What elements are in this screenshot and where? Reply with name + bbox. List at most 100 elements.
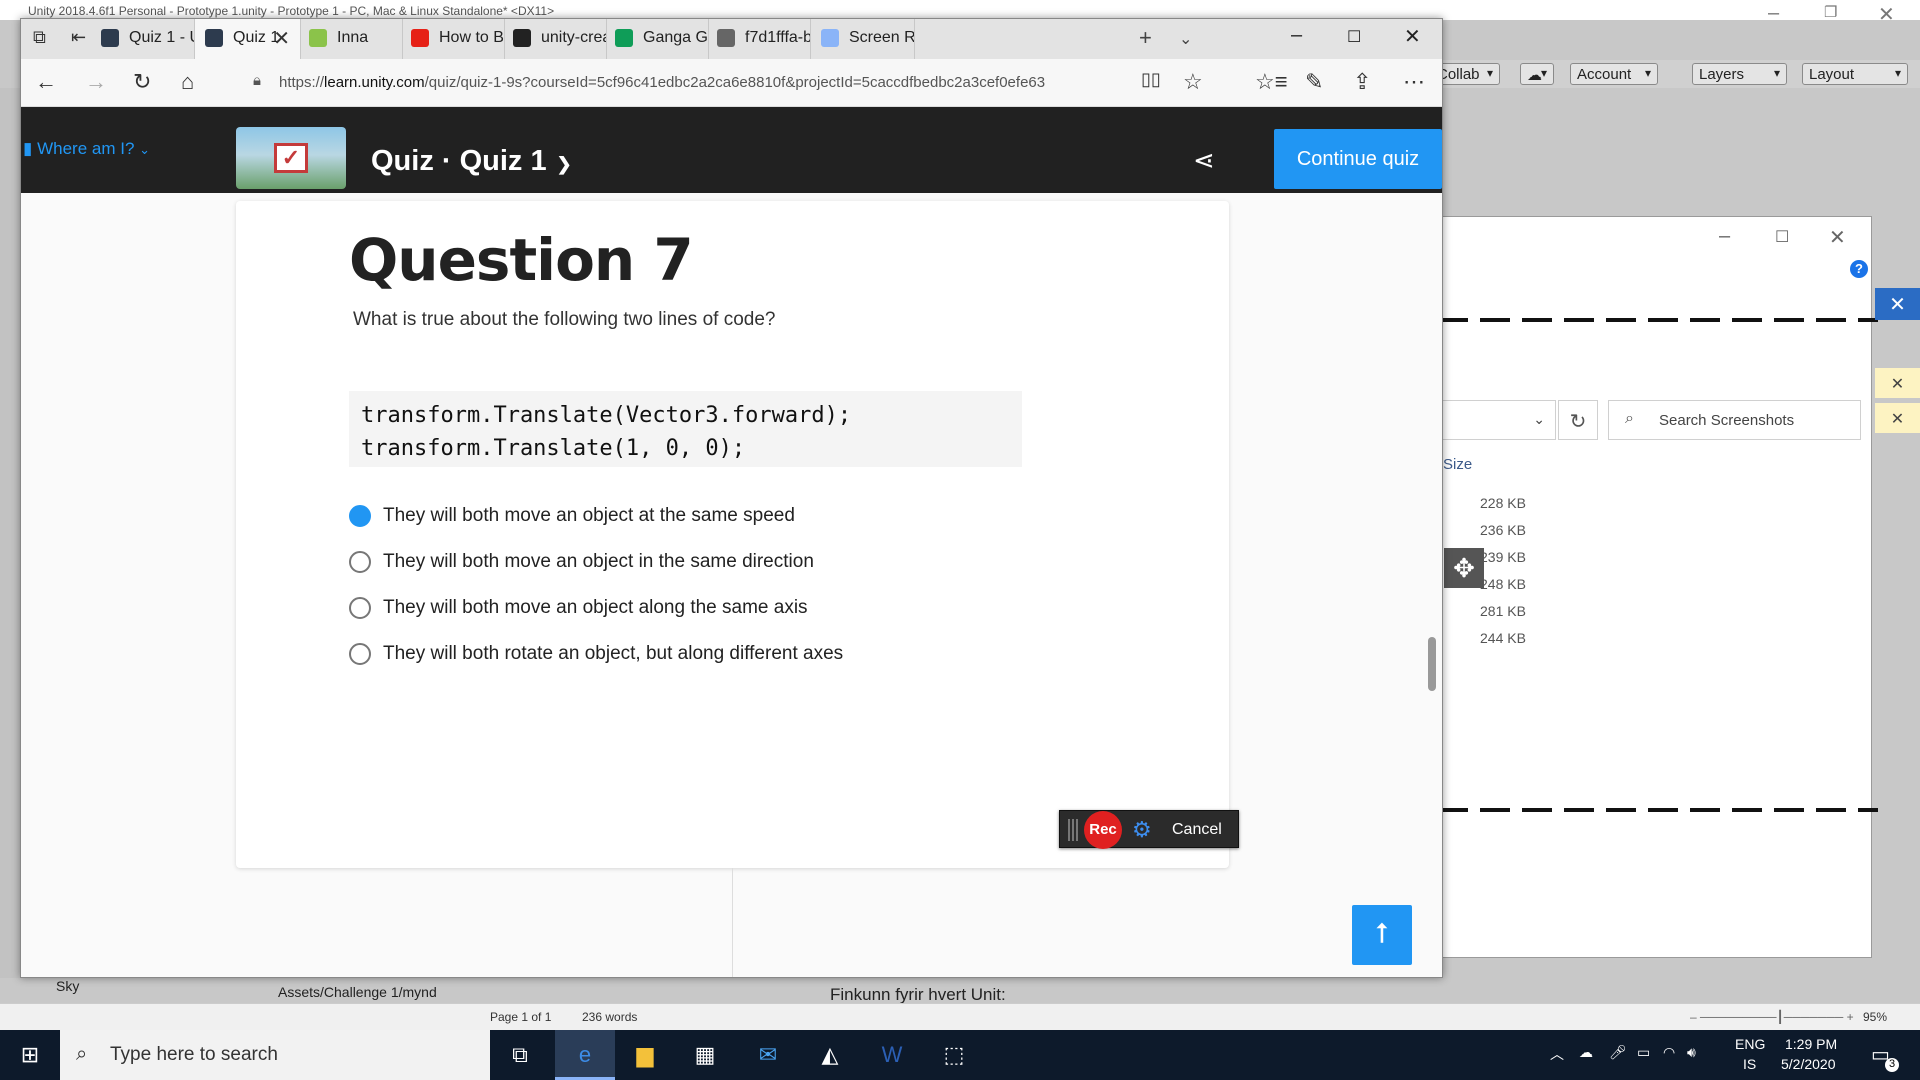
minimize-icon[interactable]: – [1291, 24, 1302, 47]
edge-icon[interactable]: e [555, 1030, 615, 1080]
scroll-to-top-button[interactable]: ⭡ [1352, 905, 1412, 965]
move-handle-icon[interactable]: ✥ [1444, 548, 1484, 588]
word-icon[interactable]: W [862, 1030, 922, 1080]
dismiss-icon[interactable]: ✕ [1875, 403, 1920, 433]
answer-option[interactable]: They will both move an object along the … [349, 597, 808, 619]
minimize-icon[interactable]: – [1768, 2, 1779, 25]
browser-tab[interactable]: Quiz 1 ✕ [195, 19, 301, 59]
answer-option[interactable]: They will both move an object at the sam… [349, 505, 795, 527]
map-icon: ▮ [23, 139, 33, 158]
share-icon[interactable]: ⋖ [1193, 145, 1215, 176]
reading-view-icon[interactable]: ▯▯ [1141, 69, 1161, 90]
keyboard-region[interactable]: IS [1743, 1056, 1756, 1072]
file-size: 244 KB [1480, 630, 1526, 646]
radio-icon[interactable] [349, 597, 371, 619]
mail-icon[interactable]: ✉ [738, 1030, 798, 1080]
close-panel-icon[interactable]: ✕ [1875, 288, 1920, 320]
microphone-icon[interactable]: 🎤︎ [1609, 1044, 1627, 1061]
browser-tab[interactable]: unity-creat [503, 19, 607, 59]
tab-label: How to BU [439, 29, 504, 46]
tab-manager-icon[interactable]: ⧉ [33, 27, 46, 48]
cancel-button[interactable]: Cancel [1172, 821, 1222, 839]
restore-icon[interactable]: ❐ [1824, 3, 1837, 21]
explorer-address-bar[interactable]: ⌄ [1438, 400, 1556, 440]
refresh-icon[interactable]: ↻ [133, 69, 151, 95]
cloud-icon[interactable]: ☁ [1520, 63, 1554, 85]
set-aside-tabs-icon[interactable]: ⇤ [71, 27, 86, 48]
quiz-title-menu[interactable]: Quiz · Quiz 1 ❯ [371, 145, 572, 178]
scrollbar-thumb[interactable] [1428, 637, 1436, 691]
forward-icon[interactable]: → [85, 69, 107, 95]
project-folder-sky[interactable]: Sky [56, 978, 79, 994]
taskbar-search-input[interactable]: ⌕ Type here to search [60, 1030, 490, 1080]
maximize-icon[interactable]: ☐ [1775, 227, 1789, 247]
back-icon[interactable]: ← [35, 69, 57, 95]
chevron-down-icon[interactable]: ⌄ [1179, 29, 1192, 49]
record-button[interactable]: Rec [1084, 811, 1122, 849]
tab-label: Inna [337, 29, 369, 46]
browser-tab[interactable]: Inna [299, 19, 403, 59]
where-am-i-menu[interactable]: ▮ Where am I? ⌄ [23, 139, 150, 159]
favorites-hub-icon[interactable]: ☆≡ [1255, 69, 1288, 95]
explorer-search-input[interactable]: ⌕ Search Screenshots [1608, 400, 1861, 440]
close-icon[interactable]: ✕ [1404, 24, 1421, 49]
favorite-star-icon[interactable]: ☆ [1183, 69, 1203, 95]
learn-header: ▮ Where am I? ⌄ ✓ Quiz · Quiz 1 ❯ ⋖ Conti… [21, 107, 1442, 193]
unity-icon[interactable]: ◭ [800, 1030, 860, 1080]
layout-dropdown[interactable]: Layout [1802, 63, 1908, 85]
share-page-icon[interactable]: ⇪ [1353, 69, 1371, 95]
clock-time[interactable]: 1:29 PM [1785, 1036, 1837, 1052]
selection-border-top [1438, 318, 1878, 322]
windows-start-icon[interactable]: ⊞ [0, 1030, 60, 1080]
close-tab-icon[interactable]: ✕ [273, 26, 290, 51]
browser-tab[interactable]: Ganga Gur [605, 19, 709, 59]
browser-tab[interactable]: Screen Rec [811, 19, 915, 59]
drag-handle-icon[interactable] [1068, 819, 1078, 841]
tab-label: Ganga Gur [643, 29, 708, 46]
radio-icon[interactable] [349, 551, 371, 573]
zoom-slider[interactable]: – ─────────┃─────── + [1690, 1010, 1854, 1024]
task-view-icon[interactable]: ⧉ [490, 1030, 550, 1080]
pen-icon[interactable]: ✎ [1305, 69, 1323, 95]
answer-option[interactable]: They will both move an object in the sam… [349, 551, 814, 573]
close-icon[interactable]: ✕ [1829, 225, 1846, 250]
battery-icon[interactable]: ▭ [1637, 1044, 1650, 1061]
size-column-header[interactable]: Size [1443, 456, 1472, 473]
gear-icon[interactable]: ⚙ [1132, 817, 1152, 843]
help-icon[interactable]: ? [1850, 260, 1868, 278]
answer-option[interactable]: They will both rotate an object, but alo… [349, 643, 843, 665]
layers-dropdown[interactable]: Layers [1692, 63, 1787, 85]
browser-tab[interactable]: How to BU [401, 19, 505, 59]
browser-tab[interactable]: f7d1fffa-bc [707, 19, 811, 59]
store-icon[interactable]: ▦ [675, 1030, 735, 1080]
refresh-icon[interactable]: ↻ [1558, 400, 1598, 440]
snipping-tool-icon[interactable]: ⬚ [924, 1030, 984, 1080]
home-icon[interactable]: ⌂ [181, 69, 194, 95]
onedrive-icon[interactable]: ☁ [1579, 1044, 1593, 1061]
continue-quiz-button[interactable]: Continue quiz [1274, 129, 1442, 189]
input-language[interactable]: ENG [1735, 1036, 1765, 1052]
unity-toolbar: Collab ☁ Account Layers Layout [1430, 60, 1920, 88]
unity-icon [205, 29, 223, 47]
project-breadcrumb[interactable]: Assets/Challenge 1/mynd [278, 984, 437, 1000]
url-input[interactable]: 🔒︎ https://learn.unity.com/quiz/quiz-1-9… [247, 67, 1167, 99]
maximize-icon[interactable]: ☐ [1347, 27, 1361, 47]
system-tray: ︿ ☁ 🎤︎ ▭ ◠ 🔊︎ ENG IS 1:29 PM 5/2/2020 ▭ … [1545, 1030, 1920, 1080]
file-explorer-icon[interactable]: ▆ [615, 1030, 675, 1080]
word-status-bar: Page 1 of 1 236 words – ─────────┃──────… [0, 1003, 1920, 1030]
new-tab-icon[interactable]: + [1139, 25, 1152, 51]
dismiss-icon[interactable]: ✕ [1875, 368, 1920, 398]
close-icon[interactable]: ✕ [1878, 2, 1895, 27]
clock-date[interactable]: 5/2/2020 [1781, 1056, 1836, 1072]
chevron-up-icon[interactable]: ︿ [1550, 1044, 1564, 1064]
radio-selected-icon[interactable] [349, 505, 371, 527]
minimize-icon[interactable]: – [1719, 225, 1730, 248]
radio-icon[interactable] [349, 643, 371, 665]
page-body: Question 7 What is true about the follow… [21, 193, 1442, 977]
wifi-icon[interactable]: ◠ [1663, 1044, 1675, 1061]
word-document-text: Finkunn fyrir hvert Unit: [830, 985, 1006, 1004]
account-dropdown[interactable]: Account [1570, 63, 1658, 85]
browser-tab[interactable]: Quiz 1 - Unity [91, 19, 195, 59]
more-icon[interactable]: ⋯ [1403, 69, 1425, 95]
volume-icon[interactable]: 🔊︎ [1687, 1044, 1696, 1061]
